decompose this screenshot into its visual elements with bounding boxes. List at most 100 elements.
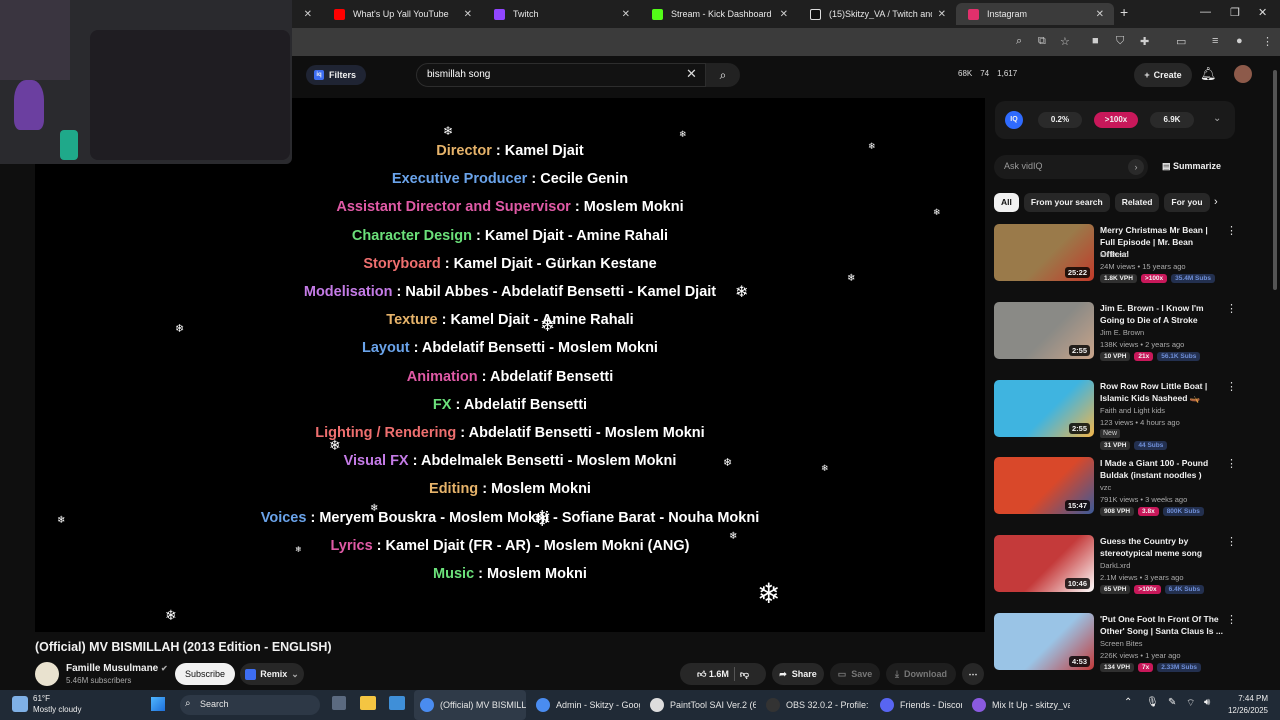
close-icon[interactable]: ✕ xyxy=(1096,9,1104,20)
recommended-video[interactable]: 2:55 Jim E. Brown - I Know I'm Going to D… xyxy=(994,302,1256,364)
chip-all[interactable]: All xyxy=(994,193,1019,212)
subscribe-button[interactable]: Subscribe xyxy=(175,663,235,685)
search-button[interactable]: ⌕ xyxy=(706,63,740,87)
video-thumbnail[interactable]: 15:47 xyxy=(994,457,1094,514)
microphone-icon[interactable]: 🎙︎ xyxy=(1146,697,1159,708)
menu-icon[interactable]: ⋮ xyxy=(1262,35,1273,48)
extension-icon[interactable]: ■ xyxy=(1092,35,1099,47)
wifi-icon[interactable]: ⌔ xyxy=(1186,697,1195,710)
clear-search-icon[interactable]: ✕ xyxy=(686,66,697,82)
file-explorer-icon[interactable] xyxy=(360,696,376,710)
channel-name[interactable]: Faith and Light kids xyxy=(1100,406,1165,415)
more-options-icon[interactable]: ⋮ xyxy=(1226,457,1237,470)
channel-name[interactable]: DarkLxrd xyxy=(1100,561,1130,570)
video-thumbnail[interactable]: 2:55 xyxy=(994,380,1094,437)
ask-vidiq-input[interactable]: Ask vidIQ xyxy=(994,155,1148,179)
channel-avatar[interactable] xyxy=(35,662,59,686)
photos-icon[interactable] xyxy=(389,696,405,710)
shield-icon[interactable]: ⛉ xyxy=(1116,35,1124,48)
channel-name[interactable]: Famille Musulmane ✔ xyxy=(66,663,168,674)
send-arrow-icon[interactable]: › xyxy=(1128,159,1144,175)
browser-tab-5[interactable]: Instagram ✕ xyxy=(956,3,1114,25)
taskbar-app[interactable]: Mix It Up - skitzy_va - xyxy=(966,690,1070,720)
close-icon[interactable]: ✕ xyxy=(938,9,946,20)
recommended-video[interactable]: 25:22 Merry Christmas Mr Bean | Full Epis… xyxy=(994,224,1256,286)
minimize-icon[interactable]: — xyxy=(1200,6,1211,18)
share-button[interactable]: ➦ Share xyxy=(772,663,824,685)
volume-icon[interactable]: 🔊︎ xyxy=(1204,697,1210,708)
recommended-video[interactable]: 4:53 'Put One Foot In Front Of The Other'… xyxy=(994,613,1256,675)
cast-icon[interactable]: ▭ xyxy=(1176,35,1186,48)
pen-icon[interactable]: ✎ xyxy=(1168,697,1176,708)
close-icon[interactable]: ✕ xyxy=(304,9,312,20)
more-options-icon[interactable]: ⋮ xyxy=(1226,302,1237,315)
recommended-video[interactable]: 15:47 I Made a Giant 100 - Pound Buldak (… xyxy=(994,457,1256,519)
create-button[interactable]: + Create xyxy=(1134,63,1192,87)
chevron-right-icon[interactable]: › xyxy=(1214,196,1218,208)
profile-icon[interactable]: ● xyxy=(1236,35,1243,47)
chip-from-your-search[interactable]: From your search xyxy=(1023,193,1110,212)
puzzle-icon[interactable]: ✚ xyxy=(1140,35,1149,48)
browser-tab-2[interactable]: Twitch ✕ xyxy=(482,3,640,25)
more-actions-button[interactable]: ⋯ xyxy=(962,663,984,685)
notifications-bell-icon[interactable]: 🔔︎ xyxy=(1200,66,1217,82)
video-thumbnail[interactable]: 4:53 xyxy=(994,613,1094,670)
clock-date[interactable]: 12/26/2025 xyxy=(1222,706,1268,715)
new-tab-button[interactable]: + xyxy=(1120,4,1128,20)
video-title[interactable]: 'Put One Foot In Front Of The Other' Son… xyxy=(1100,613,1224,637)
install-icon[interactable]: ⧉ xyxy=(1038,35,1046,48)
close-icon[interactable]: ✕ xyxy=(780,9,788,20)
close-window-icon[interactable]: ✕ xyxy=(1258,6,1267,19)
chip-for-you[interactable]: For you xyxy=(1164,193,1210,212)
video-thumbnail[interactable]: 25:22 xyxy=(994,224,1094,281)
video-player[interactable]: Director : Kamel Djait Executive Producer… xyxy=(35,98,985,632)
channel-name[interactable]: Screen Bites xyxy=(1100,639,1143,648)
account-avatar[interactable] xyxy=(1234,65,1252,83)
more-options-icon[interactable]: ⋮ xyxy=(1226,380,1237,393)
task-view-icon[interactable] xyxy=(332,696,346,710)
taskbar-app[interactable]: (Official) MV BISMILLA xyxy=(414,690,526,720)
remix-button[interactable]: Remix ⌄ xyxy=(240,663,304,685)
taskbar-app[interactable]: Friends - Discord xyxy=(874,690,962,720)
video-title[interactable]: Jim E. Brown - I Know I'm Going to Die o… xyxy=(1100,302,1224,326)
channel-name[interactable]: Mr Bean xyxy=(1100,250,1128,259)
reading-list-icon[interactable]: ≡ xyxy=(1212,35,1218,47)
recommended-video[interactable]: 10:46 Guess the Country by stereotypical … xyxy=(994,535,1256,597)
video-title[interactable]: Guess the Country by stereotypical meme … xyxy=(1100,535,1224,559)
save-button[interactable]: ▭ Save xyxy=(830,663,880,685)
taskbar-search[interactable]: Search xyxy=(180,695,320,715)
like-button[interactable]: 👍︎ 1.6M xyxy=(697,669,729,680)
recommended-video[interactable]: 2:55 Row Row Row Little Boat | Islamic Ki… xyxy=(994,380,1256,450)
chevron-down-icon[interactable]: ⌄ xyxy=(1213,113,1221,124)
search-input[interactable]: bismillah song xyxy=(416,63,706,87)
download-button[interactable]: ⤓ Download xyxy=(886,663,956,685)
zoom-icon[interactable]: ⌕ xyxy=(1016,35,1022,48)
close-icon[interactable]: ✕ xyxy=(622,9,630,20)
video-thumbnail[interactable]: 10:46 xyxy=(994,535,1094,592)
scrollbar-thumb[interactable] xyxy=(1273,70,1277,290)
dislike-button[interactable]: 👎︎ xyxy=(740,669,749,680)
browser-tab-4[interactable]: (15)Skitzy_VA / Twitch and You ✕ xyxy=(798,3,956,25)
more-options-icon[interactable]: ⋮ xyxy=(1226,535,1237,548)
browser-tab-1[interactable]: What's Up Yall YouTube ✕ xyxy=(322,3,482,25)
chip-related[interactable]: Related xyxy=(1114,193,1160,212)
bookmark-star-icon[interactable]: ☆ xyxy=(1060,35,1070,48)
taskbar-app[interactable]: PaintTool SAI Ver.2 (64 xyxy=(644,690,756,720)
summarize-button[interactable]: ▤ Summarize xyxy=(1162,161,1221,172)
video-title[interactable]: I Made a Giant 100 - Pound Buldak (insta… xyxy=(1100,457,1224,481)
taskbar-app[interactable]: Admin - Skitzy - Goog xyxy=(530,690,640,720)
close-icon[interactable]: ✕ xyxy=(464,9,472,20)
channel-name[interactable]: Jim E. Brown xyxy=(1100,328,1144,337)
clock-time[interactable]: 7:44 PM xyxy=(1230,694,1268,703)
weather-icon[interactable] xyxy=(12,696,28,712)
more-options-icon[interactable]: ⋮ xyxy=(1226,224,1237,237)
filters-button[interactable]: iq Filters xyxy=(306,65,366,85)
tray-chevron-icon[interactable]: ⌃ xyxy=(1124,697,1132,708)
video-title[interactable]: Row Row Row Little Boat | Islamic Kids N… xyxy=(1100,380,1224,404)
video-thumbnail[interactable]: 2:55 xyxy=(994,302,1094,359)
channel-name[interactable]: vzc xyxy=(1100,483,1111,492)
more-options-icon[interactable]: ⋮ xyxy=(1226,613,1237,626)
maximize-icon[interactable]: ❐ xyxy=(1230,6,1240,19)
taskbar-app[interactable]: OBS 32.0.2 - Profile: St xyxy=(760,690,870,720)
browser-tab-3[interactable]: Stream - Kick Dashboard ✕ xyxy=(640,3,798,25)
